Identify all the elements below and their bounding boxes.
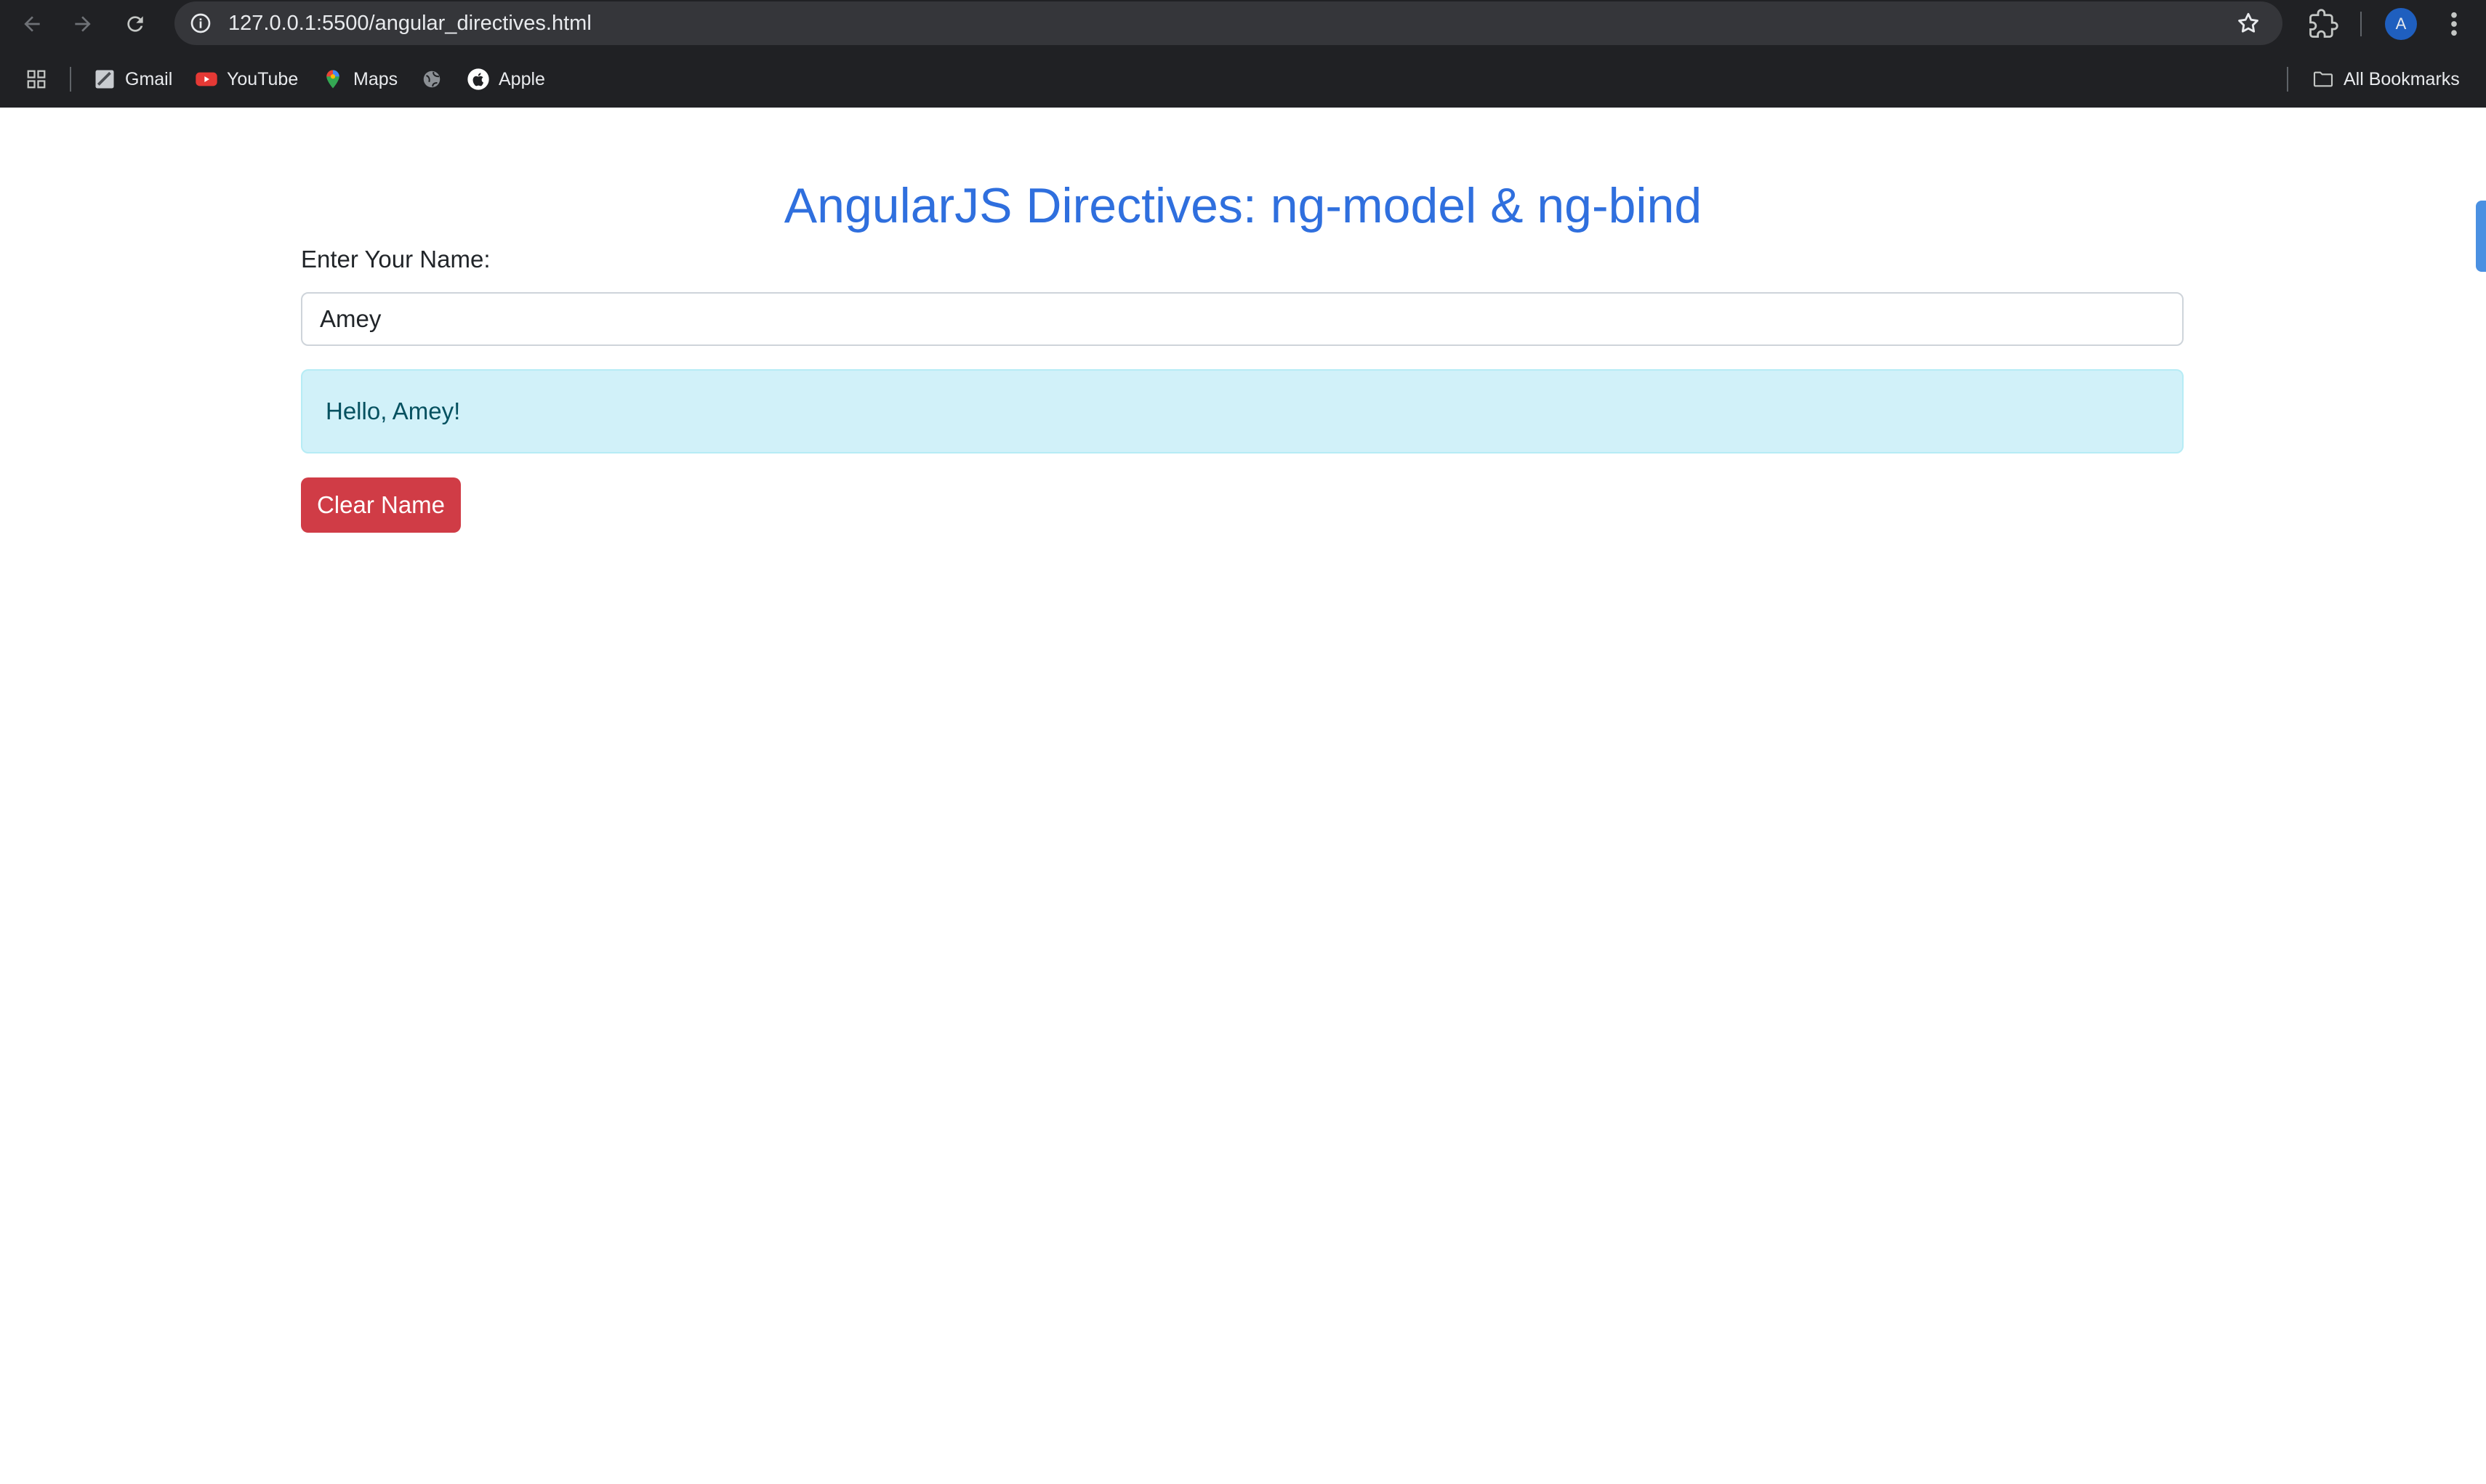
browser-toolbar: 127.0.0.1:5500/angular_directives.html A <box>0 0 2486 48</box>
reload-button[interactable] <box>121 9 150 39</box>
bookmark-label: YouTube <box>227 68 299 89</box>
name-field-label: Enter Your Name: <box>301 246 491 273</box>
bookmark-apple[interactable]: Apple <box>467 64 545 94</box>
bookmarks-divider <box>70 67 71 92</box>
forward-button[interactable] <box>68 9 97 39</box>
reload-icon <box>127 16 143 32</box>
gmail-icon <box>93 68 116 91</box>
apps-grid-icon <box>25 68 48 91</box>
all-bookmarks-button[interactable]: All Bookmarks <box>2312 64 2460 94</box>
bookmark-label: Gmail <box>125 68 173 89</box>
maps-icon <box>321 68 345 91</box>
bookmarks-divider <box>2287 67 2288 92</box>
bookmark-globe[interactable] <box>420 64 452 94</box>
youtube-icon <box>195 68 218 91</box>
address-bar[interactable]: 127.0.0.1:5500/angular_directives.html <box>174 1 2282 45</box>
name-input[interactable] <box>301 292 2184 346</box>
back-button[interactable] <box>17 9 47 39</box>
browser-chrome: 127.0.0.1:5500/angular_directives.html A… <box>0 0 2486 108</box>
side-panel-tab[interactable] <box>2476 201 2486 272</box>
more-vert-icon[interactable] <box>2444 9 2464 39</box>
arrow-right-icon <box>75 16 91 32</box>
globe-icon <box>420 68 443 91</box>
all-bookmarks-label: All Bookmarks <box>2344 68 2460 89</box>
page-content: AngularJS Directives: ng-model & ng-bind… <box>0 108 2486 1484</box>
apple-icon <box>467 68 490 91</box>
bookmark-maps[interactable]: Maps <box>321 64 398 94</box>
profile-avatar[interactable]: A <box>2385 8 2417 40</box>
bookmarks-bar: Gmail YouTube Maps Apple All Bookmarks <box>0 57 2486 105</box>
extensions-icon[interactable] <box>2308 9 2338 39</box>
folder-icon <box>2312 68 2335 91</box>
url-text[interactable]: 127.0.0.1:5500/angular_directives.html <box>228 1 592 45</box>
bookmark-youtube[interactable]: YouTube <box>195 64 298 94</box>
page-title: AngularJS Directives: ng-model & ng-bind <box>784 178 1702 233</box>
bookmark-gmail[interactable]: Gmail <box>93 64 172 94</box>
apps-button[interactable] <box>25 64 57 94</box>
arrow-left-icon <box>24 16 40 32</box>
site-info-icon[interactable] <box>189 12 212 35</box>
bookmark-label: Maps <box>353 68 398 89</box>
toolbar-divider <box>2360 12 2362 36</box>
bookmark-label: Apple <box>499 68 545 89</box>
greeting-alert: Hello, Amey! <box>301 369 2184 453</box>
bookmark-star-icon[interactable] <box>2236 11 2261 36</box>
clear-name-button[interactable]: Clear Name <box>301 477 461 533</box>
